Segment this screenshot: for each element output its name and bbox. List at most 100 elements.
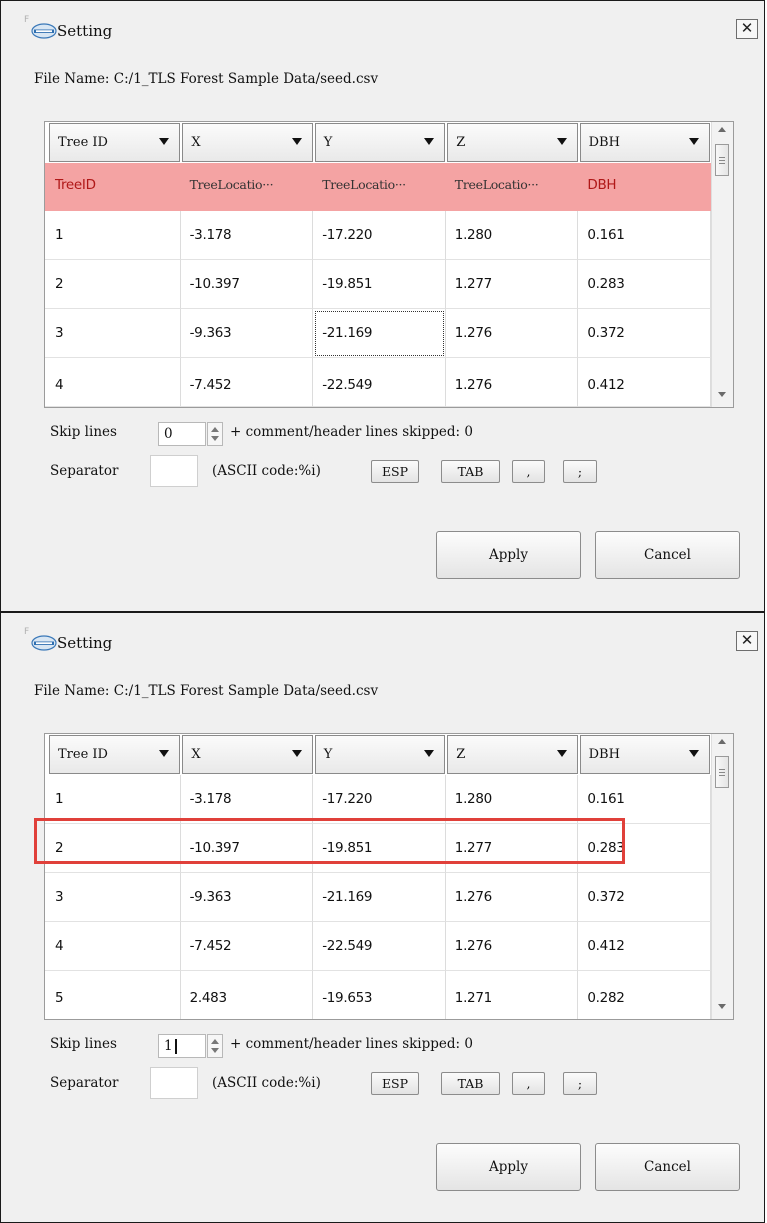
table-cell[interactable]: 3	[45, 309, 181, 358]
separator-input[interactable]	[150, 1067, 198, 1099]
table-cell[interactable]: -22.549	[313, 922, 446, 971]
column-select-dbh[interactable]: DBH	[579, 123, 711, 162]
table-cell[interactable]: 0.372	[578, 873, 711, 922]
cancel-button[interactable]: Cancel	[595, 531, 740, 579]
esp-button[interactable]: ESP	[371, 1072, 419, 1095]
comma-button[interactable]: ,	[512, 460, 545, 483]
spin-down-icon[interactable]	[211, 1048, 219, 1053]
column-select-dbh[interactable]: DBH	[579, 735, 711, 774]
table-cell[interactable]: DBH	[578, 163, 711, 211]
table-cell[interactable]: -17.220	[313, 775, 446, 824]
column-select-z[interactable]: Z	[447, 735, 578, 774]
apply-button[interactable]: Apply	[436, 1143, 581, 1191]
table-cell[interactable]: 0.283	[578, 260, 711, 309]
table-row[interactable]: 1 -3.178 -17.220 1.280 0.161	[45, 775, 711, 824]
table-cell[interactable]: TreeLocatio···	[446, 163, 579, 211]
table-cell[interactable]: -9.363	[180, 309, 314, 358]
title-bar[interactable]: F Setting ✕	[1, 1, 764, 61]
table-cell[interactable]: -10.397	[180, 260, 314, 309]
table-cell[interactable]: 0.412	[578, 922, 711, 971]
vertical-scrollbar[interactable]	[711, 734, 733, 1019]
tab-button[interactable]: TAB	[441, 1072, 500, 1095]
data-table[interactable]: Tree ID X Y Z DBH	[44, 121, 734, 408]
table-cell[interactable]: 0.161	[578, 775, 711, 824]
table-cell[interactable]: 4	[45, 358, 181, 407]
table-cell[interactable]: 1	[45, 775, 181, 824]
table-cell[interactable]: 1	[45, 211, 181, 260]
table-cell[interactable]: -17.220	[313, 211, 446, 260]
scroll-down-icon[interactable]	[718, 392, 726, 397]
spin-up-icon[interactable]	[211, 427, 219, 432]
apply-button[interactable]: Apply	[436, 531, 581, 579]
table-cell[interactable]: 3	[45, 873, 181, 922]
column-select-x[interactable]: X	[182, 735, 313, 774]
table-cell[interactable]: 0.161	[578, 211, 711, 260]
skip-lines-spinner[interactable]	[207, 422, 223, 446]
table-cell[interactable]: -3.178	[180, 211, 314, 260]
column-select-tree-id[interactable]: Tree ID	[49, 735, 181, 774]
table-cell[interactable]: TreeLocatio···	[313, 163, 446, 211]
table-cell[interactable]: 0.412	[578, 358, 711, 407]
table-row[interactable]: 4 -7.452 -22.549 1.276 0.412	[45, 358, 711, 407]
table-row[interactable]: 1 -3.178 -17.220 1.280 0.161	[45, 211, 711, 260]
table-cell[interactable]: -3.178	[180, 775, 314, 824]
scroll-up-icon[interactable]	[718, 739, 726, 744]
data-table[interactable]: Tree ID X Y Z DBH	[44, 733, 734, 1020]
table-row[interactable]: 2 -10.397 -19.851 1.277 0.283	[45, 260, 711, 309]
separator-input[interactable]	[150, 455, 198, 487]
table-cell[interactable]: 1.280	[445, 211, 579, 260]
table-cell[interactable]: 1.271	[446, 971, 579, 1019]
scroll-down-icon[interactable]	[718, 1004, 726, 1009]
close-icon[interactable]: ✕	[736, 631, 758, 651]
close-icon[interactable]: ✕	[736, 19, 758, 39]
table-cell[interactable]: 5	[45, 971, 181, 1019]
skip-lines-input[interactable]: 1	[158, 1034, 206, 1058]
table-cell[interactable]: TreeLocatio···	[181, 163, 314, 211]
scroll-thumb[interactable]	[715, 756, 729, 788]
scroll-thumb[interactable]	[715, 144, 729, 176]
table-cell[interactable]: -19.653	[313, 971, 446, 1019]
scroll-up-icon[interactable]	[718, 127, 726, 132]
table-cell[interactable]: TreeID	[45, 163, 181, 211]
column-select-y[interactable]: Y	[314, 735, 446, 774]
table-cell[interactable]: -21.169	[313, 873, 446, 922]
table-cell[interactable]: 1.276	[445, 358, 579, 407]
table-cell[interactable]: -22.549	[313, 358, 446, 407]
table-cell[interactable]: 2.483	[181, 971, 314, 1019]
table-cell[interactable]: -7.452	[180, 922, 314, 971]
esp-button[interactable]: ESP	[371, 460, 419, 483]
vertical-scrollbar[interactable]	[711, 122, 733, 407]
column-select-z[interactable]: Z	[447, 123, 578, 162]
table-cell[interactable]: 4	[45, 922, 181, 971]
title-bar[interactable]: F Setting ✕	[1, 613, 764, 673]
table-cell[interactable]: 1.276	[445, 873, 579, 922]
table-row[interactable]: 4 -7.452 -22.549 1.276 0.412	[45, 922, 711, 971]
tab-button[interactable]: TAB	[441, 460, 500, 483]
skip-lines-spinner[interactable]	[207, 1034, 223, 1058]
comma-button[interactable]: ,	[512, 1072, 545, 1095]
table-cell[interactable]: 1.280	[445, 775, 579, 824]
table-cell[interactable]: -9.363	[180, 873, 314, 922]
semicolon-button[interactable]: ;	[563, 1072, 597, 1095]
column-select-tree-id[interactable]: Tree ID	[49, 123, 181, 162]
spin-down-icon[interactable]	[211, 436, 219, 441]
table-row[interactable]: 3 -9.363 -21.169 1.276 0.372	[45, 309, 711, 358]
table-row[interactable]: 3 -9.363 -21.169 1.276 0.372	[45, 873, 711, 922]
spin-up-icon[interactable]	[211, 1039, 219, 1044]
table-cell[interactable]: 1.276	[445, 922, 579, 971]
table-cell[interactable]: 0.282	[578, 971, 711, 1019]
header-mapping-row[interactable]: TreeID TreeLocatio··· TreeLocatio··· Tre…	[45, 163, 711, 211]
table-cell[interactable]: 2	[45, 260, 181, 309]
table-cell[interactable]: -19.851	[313, 260, 446, 309]
table-cell[interactable]: -7.452	[180, 358, 314, 407]
table-cell[interactable]: 1.276	[445, 309, 579, 358]
table-row[interactable]: 5 2.483 -19.653 1.271 0.282	[45, 971, 711, 1019]
column-select-x[interactable]: X	[182, 123, 313, 162]
focused-table-cell[interactable]: -21.169	[313, 309, 446, 358]
table-cell[interactable]: 0.372	[578, 309, 711, 358]
skip-lines-input[interactable]: 0	[158, 422, 206, 446]
column-select-y[interactable]: Y	[314, 123, 446, 162]
semicolon-button[interactable]: ;	[563, 460, 597, 483]
cancel-button[interactable]: Cancel	[595, 1143, 740, 1191]
table-cell[interactable]: 1.277	[445, 260, 579, 309]
